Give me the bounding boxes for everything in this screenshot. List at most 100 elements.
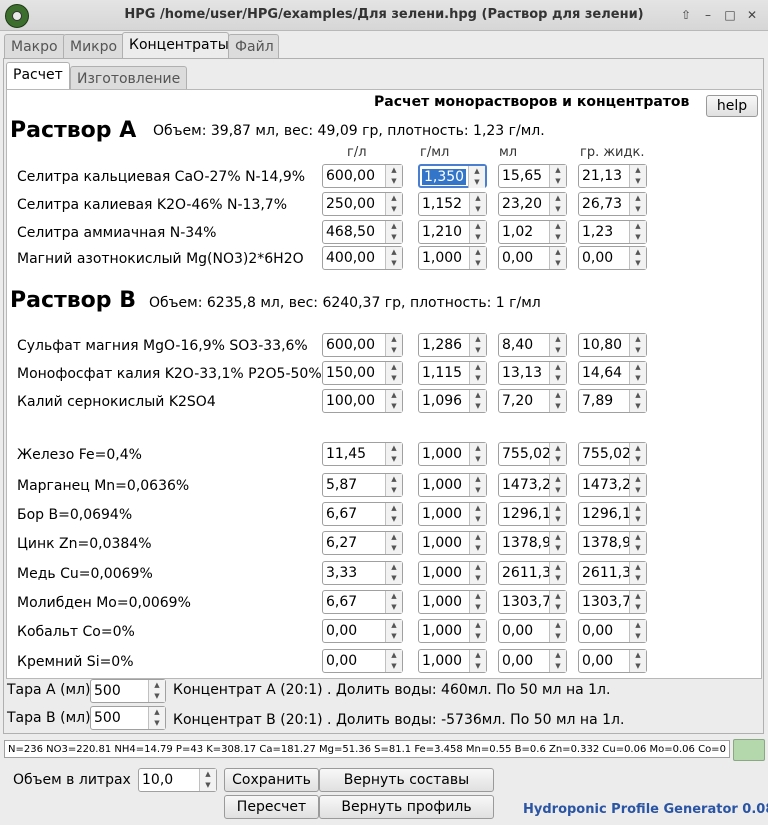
gl-spinbox[interactable]: 250,00 ▲ ▼ — [322, 192, 403, 216]
gl-spinbox[interactable]: 600,00 ▲ ▼ — [322, 164, 403, 188]
gr-value[interactable]: 7,89 — [582, 393, 613, 409]
spin-arrows-icon[interactable]: ▲ ▼ — [629, 591, 646, 613]
spin-arrows-icon[interactable]: ▲ ▼ — [469, 334, 486, 356]
spin-arrows-icon[interactable]: ▲ ▼ — [629, 474, 646, 496]
spin-arrows-icon[interactable]: ▲ ▼ — [629, 247, 646, 269]
ml-spinbox[interactable]: 23,20 ▲ ▼ — [498, 192, 567, 216]
maximize-icon[interactable]: □ — [720, 5, 740, 25]
gl-value[interactable]: 0,00 — [326, 623, 357, 639]
ml-value[interactable]: 13,13 — [502, 365, 542, 381]
spin-arrows-icon[interactable]: ▲ ▼ — [549, 334, 566, 356]
gr-spinbox[interactable]: 0,00 ▲ ▼ — [578, 246, 647, 270]
gml-spinbox[interactable]: 1,000 ▲ ▼ — [418, 531, 487, 555]
gml-spinbox[interactable]: 1,000 ▲ ▼ — [418, 649, 487, 673]
tara-b-value[interactable]: 500 — [94, 710, 121, 726]
spin-arrows-icon[interactable]: ▲ ▼ — [549, 474, 566, 496]
tara-a-spinbox[interactable]: 500 ▲ ▼ — [90, 679, 166, 703]
ml-spinbox[interactable]: 13,13 ▲ ▼ — [498, 361, 567, 385]
spin-arrows-icon[interactable]: ▲ ▼ — [549, 221, 566, 243]
tab-micro[interactable]: Микро — [63, 34, 125, 59]
gr-value[interactable]: 0,00 — [582, 250, 613, 266]
recalculate-button[interactable]: Пересчет — [224, 795, 319, 819]
spin-arrows-icon[interactable]: ▲ ▼ — [549, 591, 566, 613]
ml-value[interactable]: 15,65 — [502, 168, 542, 184]
gl-value[interactable]: 3,33 — [326, 565, 357, 581]
gr-value[interactable]: 1378,9 — [582, 535, 631, 551]
gl-spinbox[interactable]: 400,00 ▲ ▼ — [322, 246, 403, 270]
spin-arrows-icon[interactable]: ▲ ▼ — [549, 650, 566, 672]
gl-spinbox[interactable]: 468,50 ▲ ▼ — [322, 220, 403, 244]
gr-value[interactable]: 1473,2 — [582, 477, 631, 493]
spin-arrows-icon[interactable]: ▲ ▼ — [385, 562, 402, 584]
spin-arrows-icon[interactable]: ▲ ▼ — [629, 362, 646, 384]
spin-arrows-icon[interactable]: ▲ ▼ — [469, 247, 486, 269]
ml-spinbox[interactable]: 0,00 ▲ ▼ — [498, 246, 567, 270]
gl-value[interactable]: 5,87 — [326, 477, 357, 493]
spin-arrows-icon[interactable]: ▲ ▼ — [549, 193, 566, 215]
spin-arrows-icon[interactable]: ▲ ▼ — [629, 532, 646, 554]
spin-arrows-icon[interactable]: ▲ ▼ — [385, 221, 402, 243]
gl-value[interactable]: 250,00 — [326, 196, 375, 212]
spin-arrows-icon[interactable]: ▲ ▼ — [385, 165, 402, 187]
close-icon[interactable]: ✕ — [742, 5, 762, 25]
spin-arrows-icon[interactable]: ▲ ▼ — [385, 334, 402, 356]
spin-arrows-icon[interactable]: ▲ ▼ — [385, 390, 402, 412]
ml-spinbox[interactable]: 1303,7 ▲ ▼ — [498, 590, 567, 614]
ml-value[interactable]: 0,00 — [502, 653, 533, 669]
ml-value[interactable]: 755,02 — [502, 446, 551, 462]
ml-value[interactable]: 0,00 — [502, 623, 533, 639]
subtab-production[interactable]: Изготовление — [70, 66, 188, 91]
spin-arrows-icon[interactable]: ▲ ▼ — [385, 503, 402, 525]
ml-spinbox[interactable]: 15,65 ▲ ▼ — [498, 164, 567, 188]
gml-value[interactable]: 1,000 — [422, 653, 462, 669]
ml-value[interactable]: 1,02 — [502, 224, 533, 240]
gl-value[interactable]: 6,67 — [326, 594, 357, 610]
gl-value[interactable]: 100,00 — [326, 393, 375, 409]
spin-arrows-icon[interactable]: ▲ ▼ — [148, 707, 165, 729]
ml-spinbox[interactable]: 1296,1 ▲ ▼ — [498, 502, 567, 526]
gl-spinbox[interactable]: 3,33 ▲ ▼ — [322, 561, 403, 585]
gml-spinbox[interactable]: 1,000 ▲ ▼ — [418, 473, 487, 497]
spin-arrows-icon[interactable]: ▲ ▼ — [469, 362, 486, 384]
ml-spinbox[interactable]: 7,20 ▲ ▼ — [498, 389, 567, 413]
gl-spinbox[interactable]: 5,87 ▲ ▼ — [322, 473, 403, 497]
ml-value[interactable]: 8,40 — [502, 337, 533, 353]
spin-arrows-icon[interactable]: ▲ ▼ — [385, 247, 402, 269]
spin-arrows-icon[interactable]: ▲ ▼ — [469, 591, 486, 613]
gml-value[interactable]: 1,000 — [422, 623, 462, 639]
ml-value[interactable]: 1296,1 — [502, 506, 551, 522]
spin-arrows-icon[interactable]: ▲ ▼ — [385, 591, 402, 613]
gl-value[interactable]: 400,00 — [326, 250, 375, 266]
gl-spinbox[interactable]: 11,45 ▲ ▼ — [322, 442, 403, 466]
spin-arrows-icon[interactable]: ▲ ▼ — [629, 334, 646, 356]
spin-arrows-icon[interactable]: ▲ ▼ — [629, 443, 646, 465]
gl-spinbox[interactable]: 0,00 ▲ ▼ — [322, 619, 403, 643]
gr-spinbox[interactable]: 7,89 ▲ ▼ — [578, 389, 647, 413]
gr-spinbox[interactable]: 10,80 ▲ ▼ — [578, 333, 647, 357]
gl-spinbox[interactable]: 150,00 ▲ ▼ — [322, 361, 403, 385]
ml-spinbox[interactable]: 0,00 ▲ ▼ — [498, 619, 567, 643]
restore-profile-button[interactable]: Вернуть профиль — [319, 795, 494, 819]
gr-value[interactable]: 26,73 — [582, 196, 622, 212]
ml-value[interactable]: 1473,2 — [502, 477, 551, 493]
gml-value[interactable]: 1,000 — [422, 250, 462, 266]
spin-arrows-icon[interactable]: ▲ ▼ — [469, 390, 486, 412]
gml-value[interactable]: 1,000 — [422, 477, 462, 493]
subtab-calculation[interactable]: Расчет — [6, 62, 70, 90]
spin-arrows-icon[interactable]: ▲ ▼ — [469, 474, 486, 496]
gr-spinbox[interactable]: 755,02 ▲ ▼ — [578, 442, 647, 466]
gr-spinbox[interactable]: 1303,7 ▲ ▼ — [578, 590, 647, 614]
gml-spinbox[interactable]: 1,096 ▲ ▼ — [418, 389, 487, 413]
spin-arrows-icon[interactable]: ▲ ▼ — [549, 620, 566, 642]
gr-spinbox[interactable]: 0,00 ▲ ▼ — [578, 619, 647, 643]
spin-arrows-icon[interactable]: ▲ ▼ — [629, 221, 646, 243]
gl-value[interactable]: 600,00 — [326, 168, 375, 184]
spin-arrows-icon[interactable]: ▲ ▼ — [469, 650, 486, 672]
spin-arrows-icon[interactable]: ▲ ▼ — [629, 503, 646, 525]
gml-spinbox[interactable]: 1,000 ▲ ▼ — [418, 246, 487, 270]
tab-macro[interactable]: Макро — [4, 34, 66, 59]
gml-value[interactable]: 1,000 — [422, 594, 462, 610]
spin-arrows-icon[interactable]: ▲ ▼ — [385, 474, 402, 496]
gr-spinbox[interactable]: 0,00 ▲ ▼ — [578, 649, 647, 673]
ml-spinbox[interactable]: 755,02 ▲ ▼ — [498, 442, 567, 466]
